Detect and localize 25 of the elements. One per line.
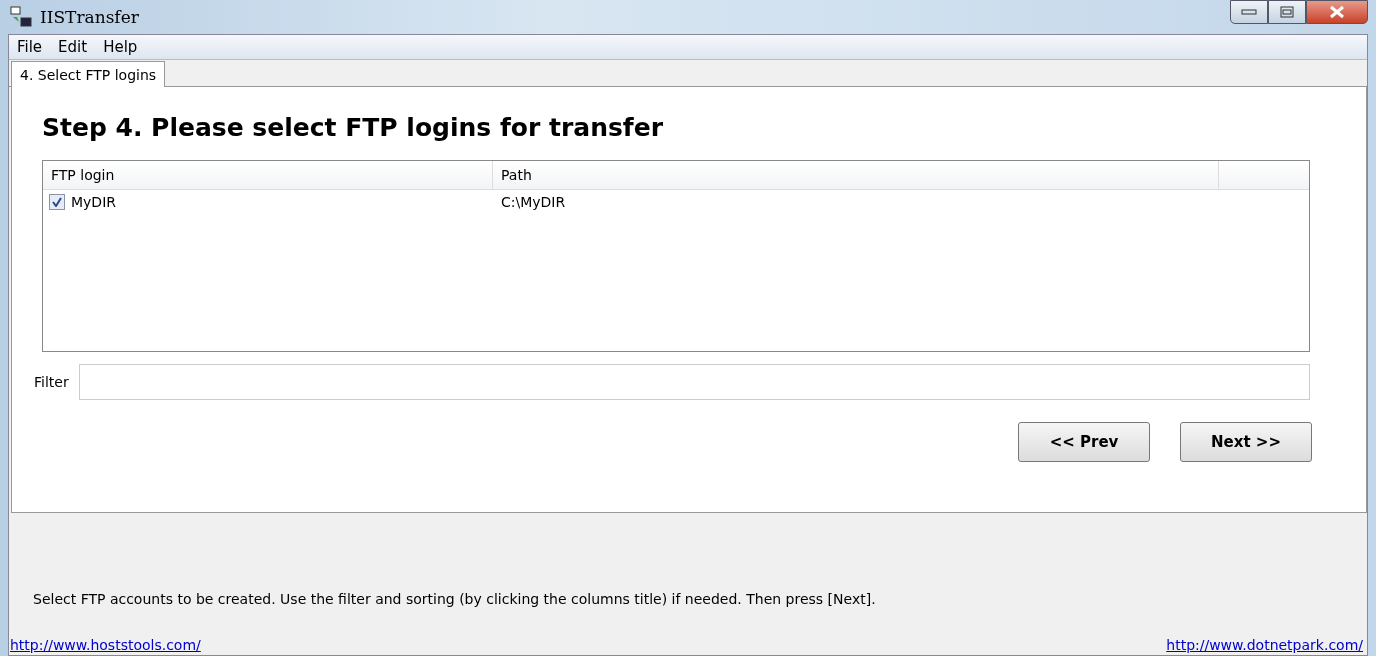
window-title: IISTransfer	[40, 7, 139, 27]
app-icon	[10, 6, 32, 28]
prev-button[interactable]: << Prev	[1018, 422, 1150, 462]
checkbox[interactable]	[49, 194, 65, 210]
tab[interactable]: 4. Select FTP logins	[11, 61, 166, 87]
menu-item[interactable]: File	[11, 38, 49, 56]
close-button[interactable]	[1306, 0, 1368, 24]
filter-field[interactable]	[78, 364, 1310, 400]
website-link[interactable]: http://www.hoststools.com/	[10, 637, 201, 653]
step-heading: Step 4. Please select FTP logins for transfer	[42, 113, 665, 142]
menu-item[interactable]: Help	[97, 38, 144, 56]
website-link[interactable]: http://www.dotnetpark.com/	[1166, 637, 1363, 653]
maximize-button[interactable]	[1268, 0, 1306, 24]
minimize-button[interactable]	[1230, 0, 1268, 24]
minimize-icon	[1241, 9, 1257, 15]
menu-item[interactable]: Edit	[52, 38, 94, 56]
column-header[interactable]: Path	[493, 161, 1219, 189]
maximize-icon	[1280, 6, 1294, 18]
hint-text: Select FTP accounts to be created. Use the filter and sorting (by clicking the columns title) if needed. Then press [Next].	[33, 591, 876, 607]
table-cell-text: C:\MyDIR	[500, 194, 567, 210]
column-header[interactable]: FTP login	[43, 161, 493, 189]
table-cell: MyDIR	[71, 194, 116, 210]
next-button[interactable]: Next >>	[1180, 422, 1312, 462]
filter-label: Filter	[34, 374, 69, 390]
close-icon	[1329, 5, 1345, 19]
